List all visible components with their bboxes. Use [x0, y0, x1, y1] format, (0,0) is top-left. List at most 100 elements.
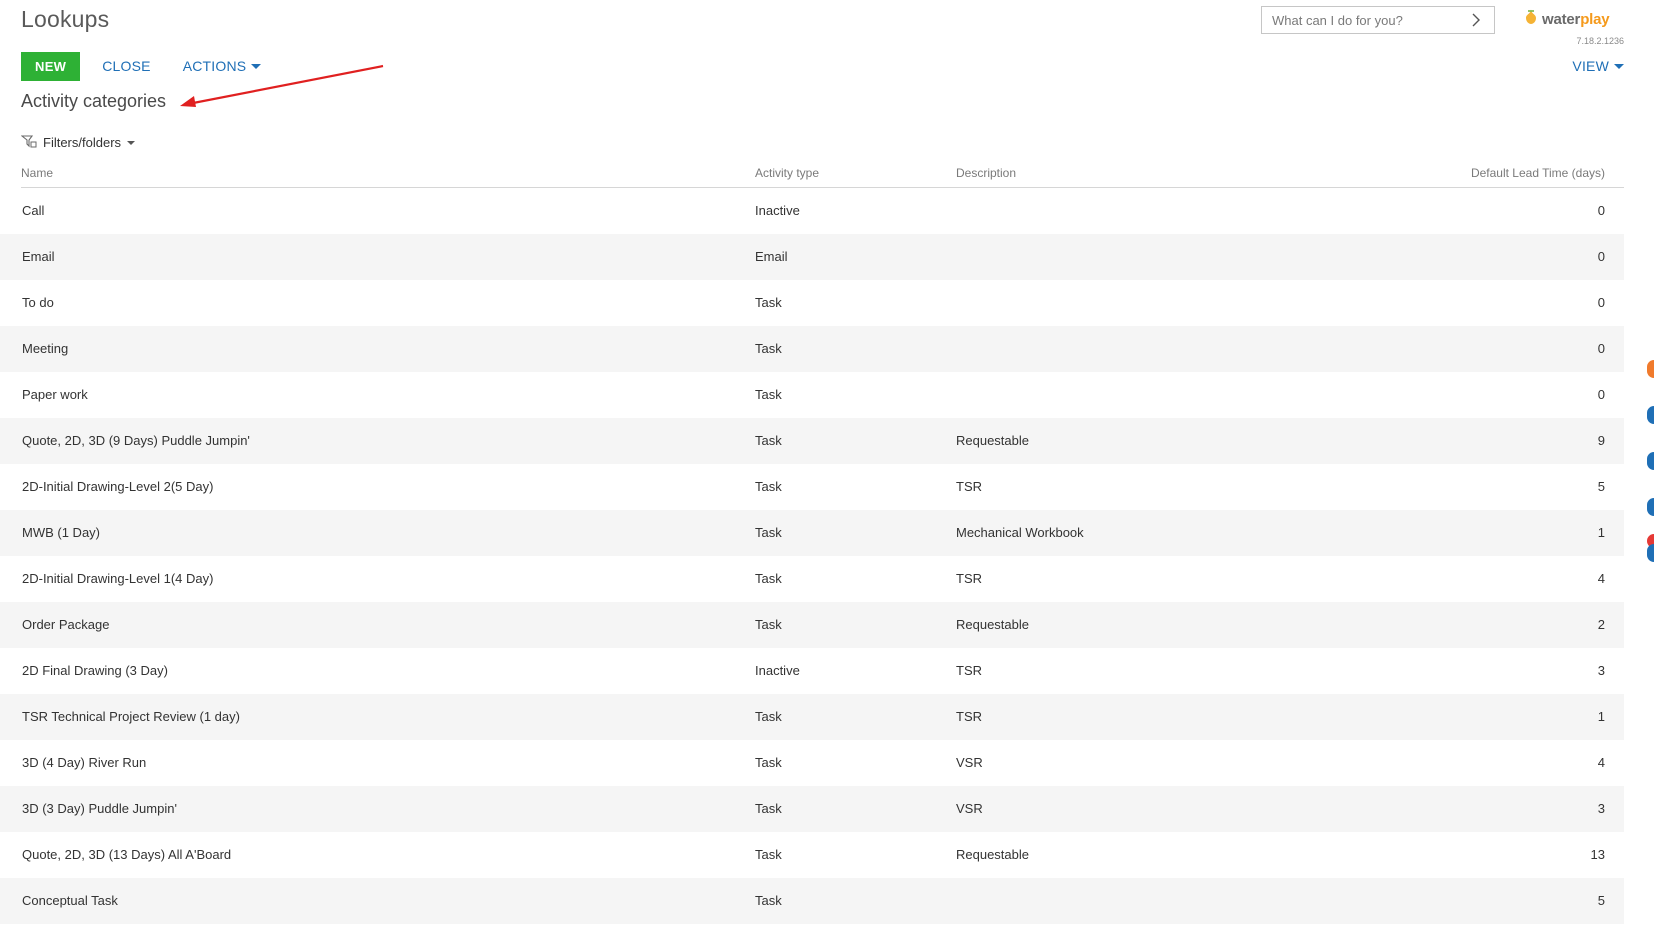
cell-name: 3D (4 Day) River Run [22, 755, 147, 770]
cell-activity-type: Task [755, 387, 782, 402]
cell-description: TSR [956, 571, 982, 586]
column-header-lead-time[interactable]: Default Lead Time (days) [1471, 166, 1605, 180]
cell-lead-time: 4 [1597, 571, 1605, 586]
cell-name: Quote, 2D, 3D (9 Days) Puddle Jumpin' [22, 433, 250, 448]
cell-activity-type: Task [755, 709, 782, 724]
cell-activity-type: Task [755, 893, 782, 908]
page-title: Lookups [21, 6, 110, 32]
side-panel-tab-icon[interactable] [1647, 544, 1654, 562]
cell-description: VSR [956, 801, 983, 816]
cell-lead-time: 4 [1597, 755, 1605, 770]
table-row[interactable]: Email Email 0 [0, 234, 1624, 280]
cell-lead-time: 1 [1597, 525, 1605, 540]
cell-lead-time: 9 [1597, 433, 1605, 448]
cell-name: Order Package [22, 617, 110, 632]
activity-categories-grid: Name Activity type Description Default L… [0, 160, 1624, 924]
table-row[interactable]: To do Task 0 [0, 280, 1624, 326]
cell-name: 2D-Initial Drawing-Level 2(5 Day) [22, 479, 214, 494]
cell-lead-time: 0 [1597, 387, 1605, 402]
command-search-input[interactable] [1272, 12, 1468, 28]
cell-activity-type: Inactive [755, 663, 800, 678]
cell-name: MWB (1 Day) [22, 525, 100, 540]
table-row[interactable]: Meeting Task 0 [0, 326, 1624, 372]
table-row[interactable]: Paper work Task 0 [0, 372, 1624, 418]
close-button[interactable]: CLOSE [102, 58, 150, 74]
table-row[interactable]: Quote, 2D, 3D (9 Days) Puddle Jumpin' Tas… [0, 418, 1624, 464]
table-row[interactable]: 2D-Initial Drawing-Level 2(5 Day) Task TSR… [0, 464, 1624, 510]
waterplay-logo-icon [1523, 8, 1539, 31]
side-panel-tab-icon[interactable] [1647, 360, 1654, 378]
column-header-activity-type[interactable]: Activity type [755, 166, 819, 180]
grid-header: Name Activity type Description Default L… [21, 160, 1624, 188]
cell-lead-time: 3 [1597, 801, 1605, 816]
table-row[interactable]: 2D-Initial Drawing-Level 1(4 Day) Task TSR… [0, 556, 1624, 602]
cell-lead-time: 0 [1597, 249, 1605, 264]
logo-text-water: water [1542, 10, 1581, 28]
cell-lead-time: 5 [1597, 893, 1605, 908]
cell-activity-type: Task [755, 617, 782, 632]
logo-text-play: play [1580, 10, 1610, 28]
cell-activity-type: Inactive [755, 203, 800, 218]
cell-lead-time: 5 [1597, 479, 1605, 494]
lookups-page: Lookups waterplay 7.18.2.1236 NEW CLOSE … [0, 0, 1654, 941]
table-row[interactable]: Quote, 2D, 3D (13 Days) All A'Board Task R… [0, 832, 1624, 878]
caret-down-icon [1614, 63, 1624, 69]
cell-lead-time: 1 [1597, 709, 1605, 724]
cell-name: To do [22, 295, 54, 310]
cell-lead-time: 3 [1597, 663, 1605, 678]
cell-name: 3D (3 Day) Puddle Jumpin' [22, 801, 177, 816]
cell-activity-type: Task [755, 801, 782, 816]
cell-name: Email [22, 249, 55, 264]
waterplay-logo: waterplay [1523, 8, 1623, 30]
cell-lead-time: 13 [1590, 847, 1605, 862]
view-button[interactable]: VIEW [1572, 58, 1624, 74]
cell-lead-time: 0 [1597, 203, 1605, 218]
cell-activity-type: Task [755, 571, 782, 586]
chevron-right-icon[interactable] [1468, 12, 1484, 28]
side-panel-edge [1644, 360, 1654, 600]
annotation-arrow-icon [180, 64, 384, 107]
table-row[interactable]: Conceptual Task Task 5 [0, 878, 1624, 924]
cell-description: Requestable [956, 847, 1029, 862]
cell-description: Mechanical Workbook [956, 525, 1084, 540]
table-row[interactable]: 3D (4 Day) River Run Task VSR 4 [0, 740, 1624, 786]
column-header-description[interactable]: Description [956, 166, 1016, 180]
cell-activity-type: Task [755, 525, 782, 540]
cell-name: Conceptual Task [22, 893, 118, 908]
command-search-box[interactable] [1261, 6, 1495, 34]
version-label: 7.18.2.1236 [1576, 36, 1624, 46]
cell-name: Call [22, 203, 45, 218]
cell-name: 2D Final Drawing (3 Day) [22, 663, 168, 678]
new-button[interactable]: NEW [21, 51, 81, 81]
grid-body: Call Inactive 0 Email Email 0 To do Task 0 Mee… [0, 188, 1624, 924]
cell-description: Requestable [956, 433, 1029, 448]
side-panel-tab-icon[interactable] [1647, 406, 1654, 424]
cell-name: TSR Technical Project Review (1 day) [22, 709, 240, 724]
table-row[interactable]: Call Inactive 0 [0, 188, 1624, 234]
view-button-label: VIEW [1572, 58, 1609, 74]
cell-description: Requestable [956, 617, 1029, 632]
filters-folders-toggle[interactable]: Filters/folders [20, 134, 136, 151]
cell-activity-type: Task [755, 847, 782, 862]
cell-description: VSR [956, 755, 983, 770]
cell-activity-type: Task [755, 341, 782, 356]
cell-name: Paper work [22, 387, 88, 402]
caret-down-icon [127, 140, 136, 145]
table-row[interactable]: Order Package Task Requestable 2 [0, 602, 1624, 648]
section-title: Activity categories [21, 91, 167, 111]
cell-description: TSR [956, 709, 982, 724]
side-panel-tab-icon[interactable] [1647, 498, 1654, 516]
table-row[interactable]: TSR Technical Project Review (1 day) Task… [0, 694, 1624, 740]
close-button-label: CLOSE [102, 58, 151, 74]
cell-name: Quote, 2D, 3D (13 Days) All A'Board [22, 847, 232, 862]
table-row[interactable]: 3D (3 Day) Puddle Jumpin' Task VSR 3 [0, 786, 1624, 832]
cell-description: TSR [956, 663, 982, 678]
cell-name: Meeting [22, 341, 69, 356]
table-row[interactable]: 2D Final Drawing (3 Day) Inactive TSR 3 [0, 648, 1624, 694]
cell-lead-time: 0 [1597, 295, 1605, 310]
table-row[interactable]: MWB (1 Day) Task Mechanical Workbook 1 [0, 510, 1624, 556]
side-panel-tab-icon[interactable] [1647, 452, 1654, 470]
column-header-name[interactable]: Name [21, 166, 53, 180]
cell-activity-type: Task [755, 479, 782, 494]
filter-folder-icon [20, 134, 37, 151]
